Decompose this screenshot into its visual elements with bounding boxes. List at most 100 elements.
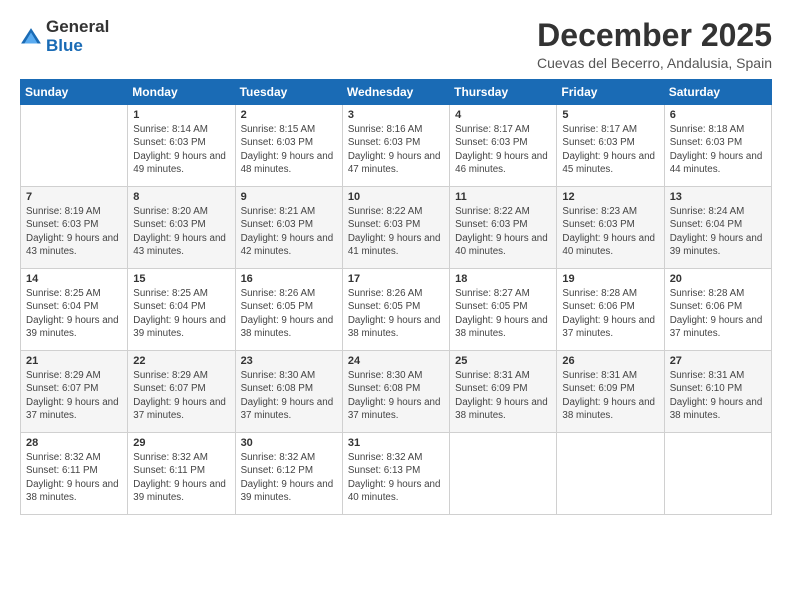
day-number: 7: [26, 191, 122, 203]
day-cell: [557, 433, 664, 515]
day-info: Sunrise: 8:26 AMSunset: 6:05 PMDaylight:…: [348, 287, 444, 340]
day-cell: 30 Sunrise: 8:32 AMSunset: 6:12 PMDayligh…: [235, 433, 342, 515]
day-cell: 24 Sunrise: 8:30 AMSunset: 6:08 PMDayligh…: [342, 351, 449, 433]
logo-general: General: [46, 18, 109, 37]
day-cell: 28Sunrise: 8:32 AMSunset: 6:11 PMDayligh…: [21, 433, 128, 515]
day-info: Sunrise: 8:17 AMSunset: 6:03 PMDaylight:…: [455, 123, 551, 176]
day-cell: 12 Sunrise: 8:23 AMSunset: 6:03 PMDayligh…: [557, 187, 664, 269]
day-info: Sunrise: 8:31 AMSunset: 6:09 PMDaylight:…: [562, 369, 658, 422]
day-cell: 14 Sunrise: 8:25 AMSunset: 6:04 PMDayligh…: [21, 269, 128, 351]
day-cell: 27 Sunrise: 8:31 AMSunset: 6:10 PMDayligh…: [664, 351, 771, 433]
day-number: 13: [670, 191, 766, 203]
day-cell: [450, 433, 557, 515]
day-number: 31: [348, 437, 444, 449]
day-number: 30: [241, 437, 337, 449]
day-info: Sunrise: 8:22 AMSunset: 6:03 PMDaylight:…: [455, 205, 551, 258]
day-number: 27: [670, 355, 766, 367]
day-info: Sunrise: 8:21 AMSunset: 6:03 PMDaylight:…: [241, 205, 337, 258]
day-info: Sunrise: 8:26 AMSunset: 6:05 PMDaylight:…: [241, 287, 337, 340]
day-info: Sunrise: 8:31 AMSunset: 6:09 PMDaylight:…: [455, 369, 551, 422]
logo-icon: [20, 27, 42, 49]
day-number: 26: [562, 355, 658, 367]
day-number: 17: [348, 273, 444, 285]
day-info: Sunrise: 8:25 AMSunset: 6:04 PMDaylight:…: [133, 287, 229, 340]
day-number: 2: [241, 109, 337, 121]
day-number: 18: [455, 273, 551, 285]
column-header-tuesday: Tuesday: [235, 80, 342, 105]
day-info: Sunrise: 8:24 AMSunset: 6:04 PMDaylight:…: [670, 205, 766, 258]
day-number: 6: [670, 109, 766, 121]
column-header-sunday: Sunday: [21, 80, 128, 105]
day-number: 1: [133, 109, 229, 121]
day-info: Sunrise: 8:32 AMSunset: 6:12 PMDaylight:…: [241, 451, 337, 504]
day-number: 23: [241, 355, 337, 367]
week-row-1: 7Sunrise: 8:19 AMSunset: 6:03 PMDaylight…: [21, 187, 772, 269]
day-info: Sunrise: 8:14 AMSunset: 6:03 PMDaylight:…: [133, 123, 229, 176]
day-cell: 29 Sunrise: 8:32 AMSunset: 6:11 PMDayligh…: [128, 433, 235, 515]
day-number: 15: [133, 273, 229, 285]
column-header-monday: Monday: [128, 80, 235, 105]
day-cell: 25 Sunrise: 8:31 AMSunset: 6:09 PMDayligh…: [450, 351, 557, 433]
header: General Blue December 2025 Cuevas del Be…: [20, 18, 772, 71]
day-number: 20: [670, 273, 766, 285]
day-info: Sunrise: 8:18 AMSunset: 6:03 PMDaylight:…: [670, 123, 766, 176]
day-info: Sunrise: 8:32 AMSunset: 6:11 PMDaylight:…: [133, 451, 229, 504]
day-cell: 7Sunrise: 8:19 AMSunset: 6:03 PMDaylight…: [21, 187, 128, 269]
day-cell: 19 Sunrise: 8:28 AMSunset: 6:06 PMDayligh…: [557, 269, 664, 351]
day-number: 9: [241, 191, 337, 203]
day-cell: [21, 105, 128, 187]
day-number: 11: [455, 191, 551, 203]
day-info: Sunrise: 8:20 AMSunset: 6:03 PMDaylight:…: [133, 205, 229, 258]
column-header-wednesday: Wednesday: [342, 80, 449, 105]
day-cell: 21Sunrise: 8:29 AMSunset: 6:07 PMDayligh…: [21, 351, 128, 433]
day-cell: 23 Sunrise: 8:30 AMSunset: 6:08 PMDayligh…: [235, 351, 342, 433]
day-cell: 20 Sunrise: 8:28 AMSunset: 6:06 PMDayligh…: [664, 269, 771, 351]
day-info: Sunrise: 8:30 AMSunset: 6:08 PMDaylight:…: [241, 369, 337, 422]
logo: General Blue: [20, 18, 109, 55]
week-row-3: 21Sunrise: 8:29 AMSunset: 6:07 PMDayligh…: [21, 351, 772, 433]
day-info: Sunrise: 8:27 AMSunset: 6:05 PMDaylight:…: [455, 287, 551, 340]
day-cell: 1 Sunrise: 8:14 AMSunset: 6:03 PMDaylight…: [128, 105, 235, 187]
day-number: 29: [133, 437, 229, 449]
week-row-2: 14 Sunrise: 8:25 AMSunset: 6:04 PMDayligh…: [21, 269, 772, 351]
day-cell: 17 Sunrise: 8:26 AMSunset: 6:05 PMDayligh…: [342, 269, 449, 351]
day-cell: 11 Sunrise: 8:22 AMSunset: 6:03 PMDayligh…: [450, 187, 557, 269]
day-cell: 26 Sunrise: 8:31 AMSunset: 6:09 PMDayligh…: [557, 351, 664, 433]
day-info: Sunrise: 8:15 AMSunset: 6:03 PMDaylight:…: [241, 123, 337, 176]
month-title: December 2025: [537, 18, 772, 53]
day-info: Sunrise: 8:31 AMSunset: 6:10 PMDaylight:…: [670, 369, 766, 422]
day-number: 25: [455, 355, 551, 367]
day-cell: 15 Sunrise: 8:25 AMSunset: 6:04 PMDayligh…: [128, 269, 235, 351]
day-cell: 3Sunrise: 8:16 AMSunset: 6:03 PMDaylight…: [342, 105, 449, 187]
calendar: SundayMondayTuesdayWednesdayThursdayFrid…: [20, 79, 772, 515]
day-info: Sunrise: 8:25 AMSunset: 6:04 PMDaylight:…: [26, 287, 122, 340]
day-number: 22: [133, 355, 229, 367]
day-info: Sunrise: 8:29 AMSunset: 6:07 PMDaylight:…: [133, 369, 229, 422]
day-cell: 5Sunrise: 8:17 AMSunset: 6:03 PMDaylight…: [557, 105, 664, 187]
day-number: 14: [26, 273, 122, 285]
day-info: Sunrise: 8:23 AMSunset: 6:03 PMDaylight:…: [562, 205, 658, 258]
day-info: Sunrise: 8:32 AMSunset: 6:13 PMDaylight:…: [348, 451, 444, 504]
day-cell: 18 Sunrise: 8:27 AMSunset: 6:05 PMDayligh…: [450, 269, 557, 351]
day-number: 19: [562, 273, 658, 285]
day-cell: [664, 433, 771, 515]
day-info: Sunrise: 8:30 AMSunset: 6:08 PMDaylight:…: [348, 369, 444, 422]
day-number: 12: [562, 191, 658, 203]
day-info: Sunrise: 8:28 AMSunset: 6:06 PMDaylight:…: [670, 287, 766, 340]
week-row-0: 1 Sunrise: 8:14 AMSunset: 6:03 PMDaylight…: [21, 105, 772, 187]
day-info: Sunrise: 8:32 AMSunset: 6:11 PMDaylight:…: [26, 451, 122, 504]
day-cell: 8 Sunrise: 8:20 AMSunset: 6:03 PMDaylight…: [128, 187, 235, 269]
day-info: Sunrise: 8:22 AMSunset: 6:03 PMDaylight:…: [348, 205, 444, 258]
day-info: Sunrise: 8:17 AMSunset: 6:03 PMDaylight:…: [562, 123, 658, 176]
day-info: Sunrise: 8:28 AMSunset: 6:06 PMDaylight:…: [562, 287, 658, 340]
day-number: 3: [348, 109, 444, 121]
day-cell: 9 Sunrise: 8:21 AMSunset: 6:03 PMDaylight…: [235, 187, 342, 269]
page: General Blue December 2025 Cuevas del Be…: [0, 0, 792, 612]
title-block: December 2025 Cuevas del Becerro, Andalu…: [537, 18, 772, 71]
day-number: 16: [241, 273, 337, 285]
day-number: 8: [133, 191, 229, 203]
week-row-4: 28Sunrise: 8:32 AMSunset: 6:11 PMDayligh…: [21, 433, 772, 515]
day-number: 10: [348, 191, 444, 203]
day-number: 24: [348, 355, 444, 367]
day-cell: 10 Sunrise: 8:22 AMSunset: 6:03 PMDayligh…: [342, 187, 449, 269]
